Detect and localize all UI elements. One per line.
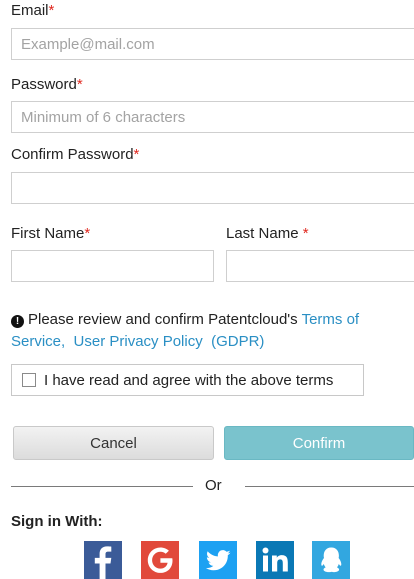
cancel-button[interactable]: Cancel [13, 426, 214, 460]
last-name-label: Last Name * [226, 225, 309, 242]
required-mark: * [84, 225, 91, 242]
confirm-button[interactable]: Confirm [224, 426, 414, 460]
email-label: Email* [11, 2, 55, 19]
qq-icon[interactable] [312, 541, 350, 579]
or-divider-text: Or [205, 477, 222, 494]
required-mark: * [133, 146, 140, 163]
first-name-input[interactable] [11, 250, 214, 282]
privacy-policy-link[interactable]: User Privacy Policy [74, 333, 203, 350]
confirm-password-label: Confirm Password* [11, 146, 140, 163]
required-mark: * [302, 225, 309, 242]
linkedin-icon[interactable] [256, 541, 294, 579]
password-label: Password* [11, 76, 83, 93]
agree-terms-label: I have read and agree with the above ter… [44, 371, 334, 389]
terms-notice: ! Please review and confirm Patentcloud's… [11, 311, 360, 350]
agree-terms-checkbox[interactable]: I have read and agree with the above ter… [11, 364, 364, 396]
confirm-password-input[interactable] [11, 172, 414, 204]
required-mark: * [48, 2, 55, 19]
exclamation-icon: ! [11, 315, 24, 328]
first-name-label: First Name* [11, 225, 91, 242]
checkbox-square[interactable] [22, 373, 36, 387]
twitter-icon[interactable] [199, 541, 237, 579]
last-name-input[interactable] [226, 250, 414, 282]
password-input[interactable] [11, 101, 414, 133]
gdpr-link[interactable]: (GDPR) [211, 333, 264, 350]
divider-line-right [245, 486, 414, 487]
email-input[interactable] [11, 28, 414, 60]
google-icon[interactable] [141, 541, 179, 579]
facebook-icon[interactable] [84, 541, 122, 579]
sign-in-with-title: Sign in With: [11, 513, 103, 530]
required-mark: * [76, 76, 83, 93]
divider-line-left [11, 486, 193, 487]
